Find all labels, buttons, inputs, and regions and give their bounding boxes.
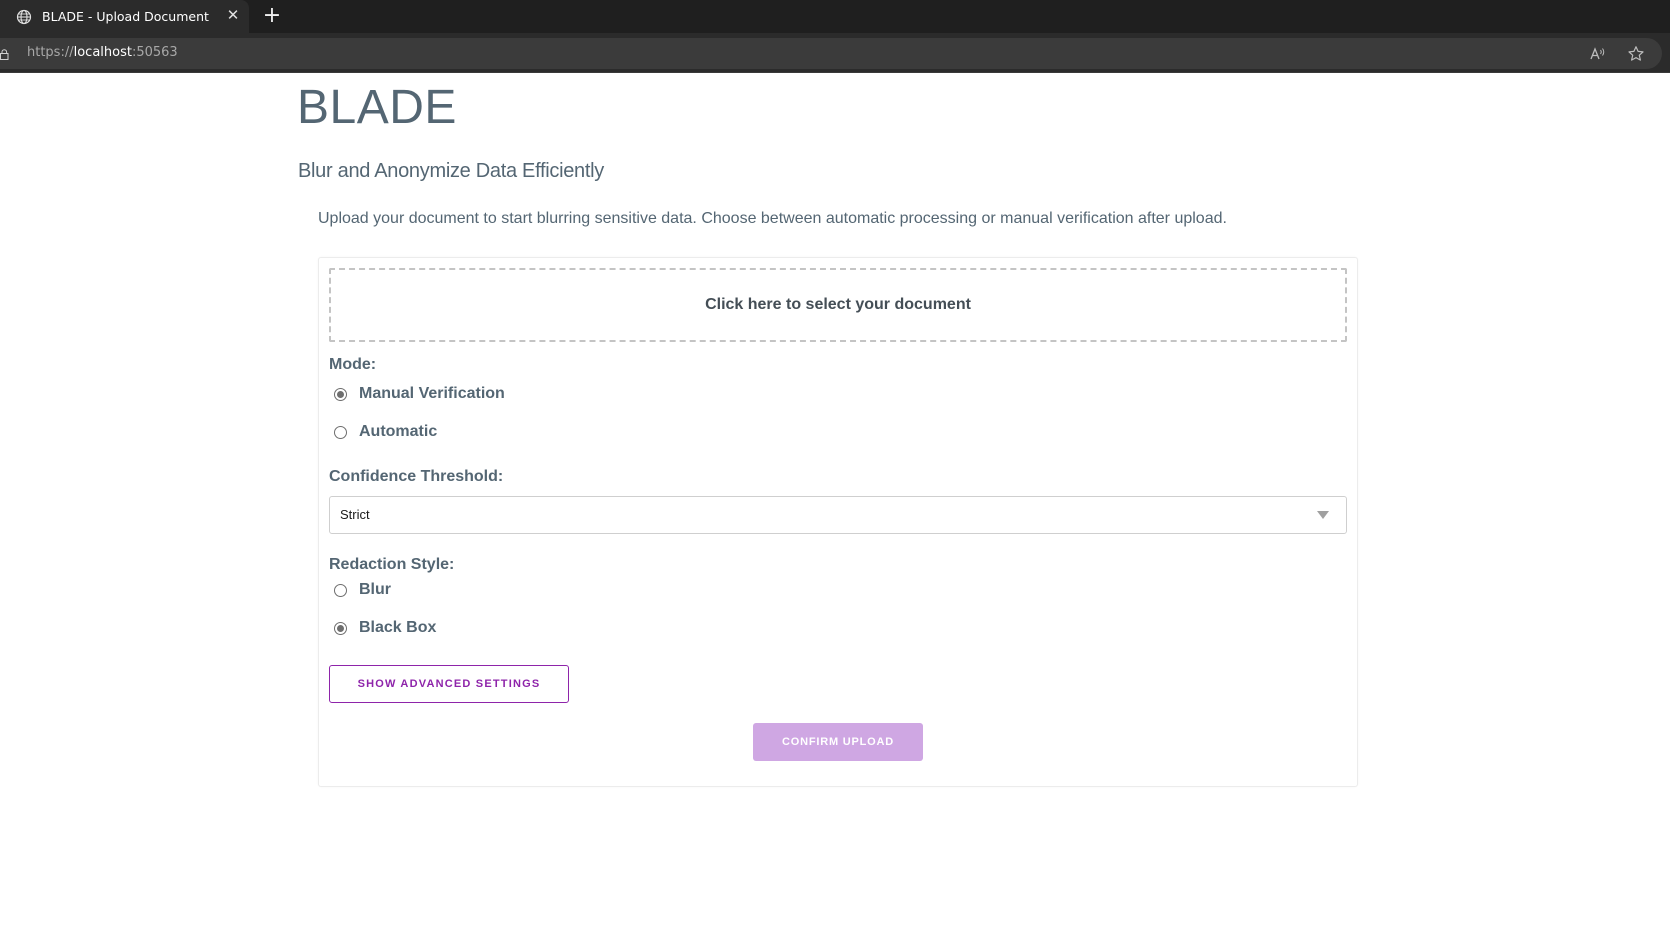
mode-label: Mode: [329, 356, 377, 373]
button-label: SHOW ADVANCED SETTINGS [357, 678, 541, 690]
radio-checked-icon[interactable] [334, 621, 347, 635]
globe-icon [16, 9, 32, 25]
redaction-option-black-box[interactable]: Black Box [334, 619, 436, 637]
page-content: BLADE Blur and Anonymize Data Efficientl… [0, 74, 1670, 925]
tab-title: BLADE - Upload Document [42, 9, 209, 24]
lock-icon[interactable] [0, 49, 9, 60]
show-advanced-settings-button[interactable]: SHOW ADVANCED SETTINGS [329, 665, 569, 703]
radio-label[interactable]: Automatic [359, 423, 437, 441]
page-subtitle: Blur and Anonymize Data Efficiently [298, 160, 604, 182]
close-icon[interactable]: ✕ [225, 7, 241, 23]
url-port: :50563 [131, 45, 178, 60]
url-scheme: https:// [27, 45, 74, 60]
read-aloud-icon[interactable] [1588, 45, 1606, 63]
dropzone-label: Click here to select your document [705, 296, 971, 313]
url-field[interactable]: https://localhost:50563 [0, 38, 1662, 69]
radio-unchecked-icon[interactable] [334, 583, 347, 597]
intro-text: Upload your document to start blurring s… [318, 210, 1227, 227]
radio-label[interactable]: Manual Verification [359, 385, 505, 403]
upload-card: Click here to select your document Mode:… [318, 257, 1358, 787]
mode-option-automatic[interactable]: Automatic [334, 423, 437, 441]
radio-label[interactable]: Blur [359, 581, 391, 599]
confidence-threshold-select[interactable]: Strict [329, 496, 1347, 534]
button-label: CONFIRM UPLOAD [781, 736, 895, 748]
star-icon[interactable] [1627, 45, 1645, 63]
address-bar: https://localhost:50563 [0, 33, 1670, 73]
confidence-label: Confidence Threshold: [329, 468, 504, 485]
radio-checked-icon[interactable] [334, 387, 347, 401]
redaction-style-label: Redaction Style: [329, 556, 455, 573]
browser-tab-bar: BLADE - Upload Document ✕ + [0, 0, 1670, 33]
plus-icon[interactable]: + [260, 4, 284, 28]
url-text[interactable]: https://localhost:50563 [27, 45, 178, 60]
select-value: Strict [340, 507, 370, 522]
page-title: BLADE [297, 81, 457, 134]
mode-option-manual[interactable]: Manual Verification [334, 385, 505, 403]
chevron-down-icon [1317, 511, 1329, 519]
browser-tab[interactable]: BLADE - Upload Document ✕ [0, 0, 249, 33]
radio-unchecked-icon[interactable] [334, 425, 347, 439]
radio-label[interactable]: Black Box [359, 619, 436, 637]
url-host: localhost [73, 45, 132, 60]
document-dropzone[interactable]: Click here to select your document [329, 268, 1347, 342]
redaction-option-blur[interactable]: Blur [334, 581, 391, 599]
confirm-upload-button[interactable]: CONFIRM UPLOAD [753, 723, 923, 761]
